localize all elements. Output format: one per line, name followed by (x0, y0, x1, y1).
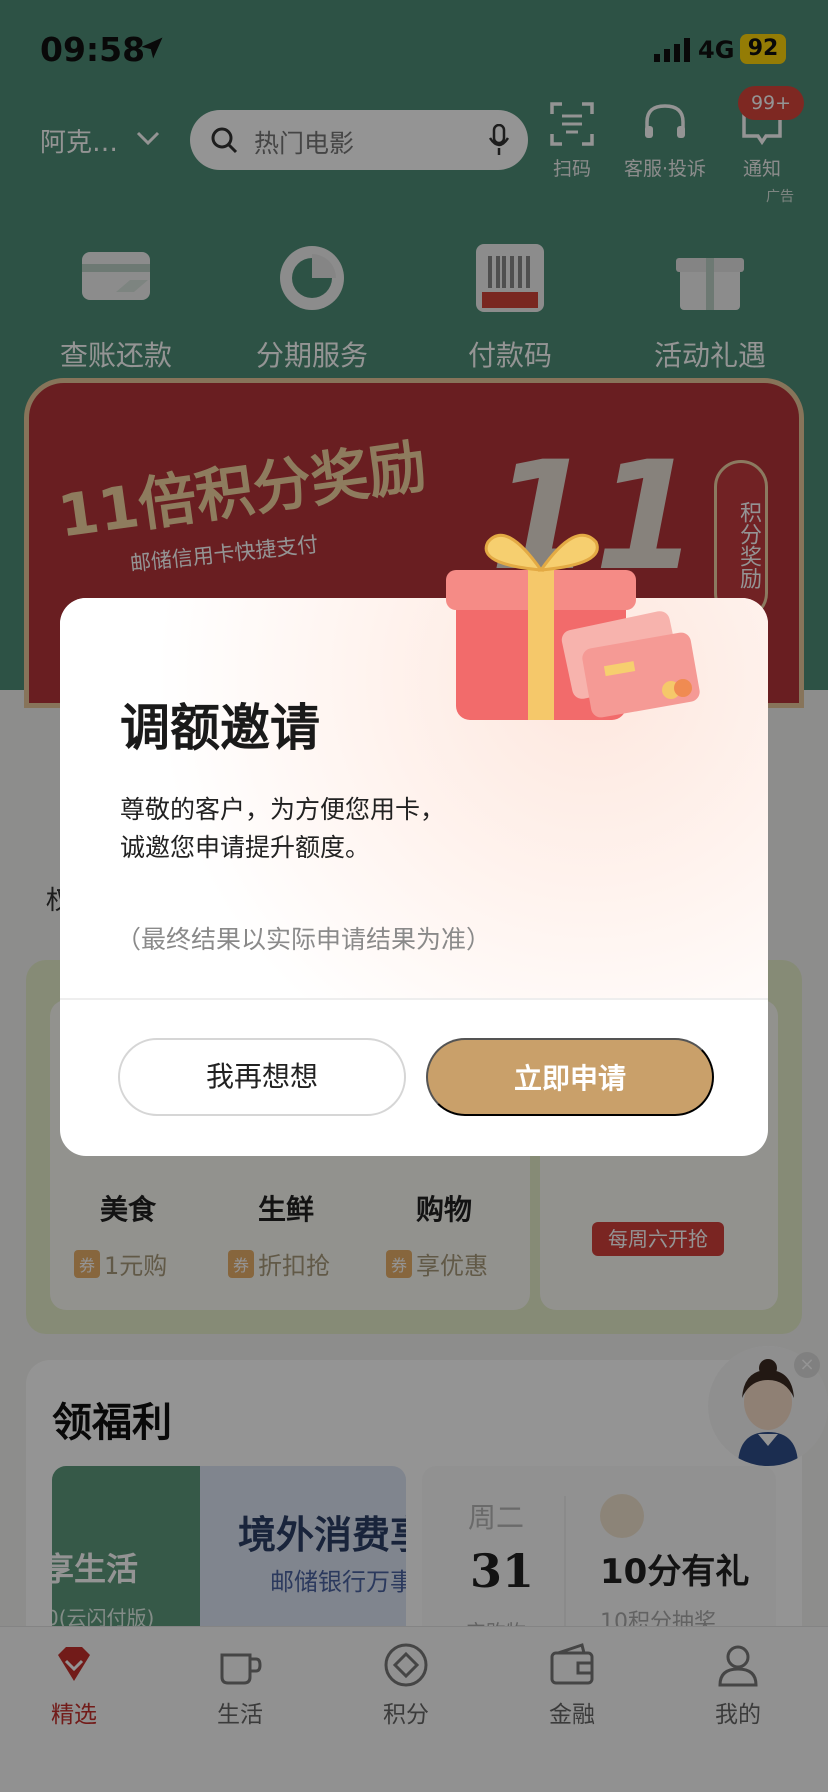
dialog-message-line2: 诚邀您申请提升额度。 (120, 833, 371, 862)
dialog-title: 调额邀请 (120, 699, 320, 757)
think-again-button[interactable]: 我再想想 (118, 1038, 406, 1116)
dialog-message-line1: 尊敬的客户，为方便您用卡， (120, 795, 446, 824)
dialog-note: （最终结果以实际申请结果为准） (116, 925, 492, 954)
apply-now-button[interactable]: 立即申请 (426, 1038, 714, 1116)
gift-illustration-icon (446, 533, 700, 720)
dialog-divider (60, 998, 768, 1000)
